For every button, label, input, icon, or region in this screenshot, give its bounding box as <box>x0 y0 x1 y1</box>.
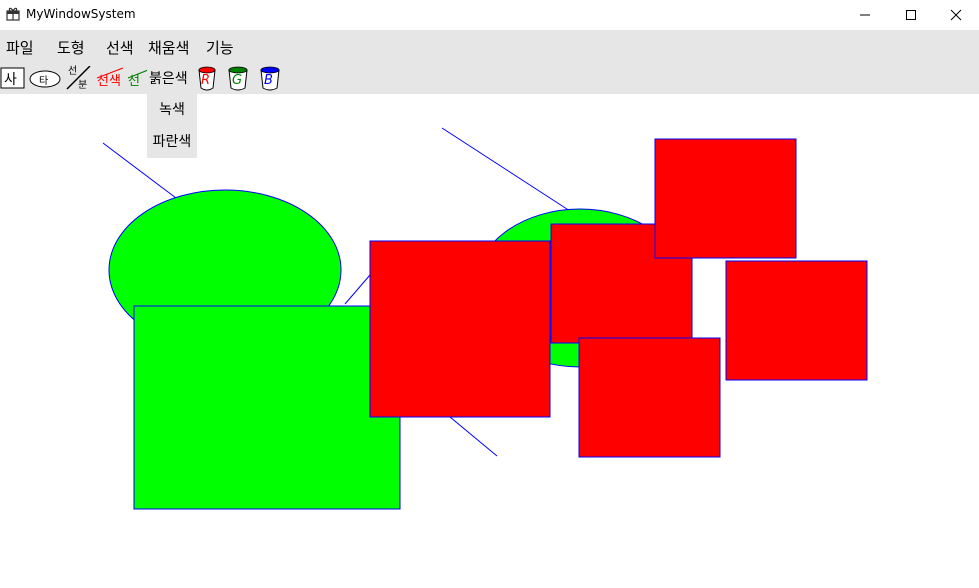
fill-green-label: G <box>232 73 243 88</box>
ellipse-tool-button[interactable]: 타 <box>29 66 63 90</box>
red-rectangle <box>654 138 797 259</box>
maximize-button[interactable] <box>888 0 934 30</box>
close-button[interactable] <box>933 0 979 30</box>
toolbar: 사 타 선 분 선색 선 붉은색 R G B <box>0 61 979 94</box>
app-icon <box>6 7 20 21</box>
minimize-button[interactable] <box>842 0 888 30</box>
line-color-green-button[interactable]: 선 <box>126 66 148 90</box>
red-rectangle <box>725 260 868 381</box>
minimize-icon <box>860 14 870 16</box>
canvas-line <box>449 416 498 457</box>
green-rectangle <box>133 305 401 510</box>
menu-line-color[interactable]: 선색 <box>106 37 134 58</box>
fill-red-label: R <box>201 73 211 88</box>
fill-green-button[interactable]: G <box>226 66 250 91</box>
fill-blue-button[interactable]: B <box>258 66 282 91</box>
line-color-green-label: 선 <box>128 74 140 89</box>
menu-function[interactable]: 기능 <box>206 37 234 58</box>
red-rectangle <box>578 337 721 458</box>
line-tool-label-top: 선 <box>68 66 78 77</box>
title-bar: MyWindowSystem <box>0 0 979 30</box>
line-tool-button[interactable]: 선 분 <box>64 66 92 91</box>
fill-color-dropdown: 녹색 파란색 <box>147 94 197 158</box>
fill-color-red-item[interactable]: 붉은색 <box>147 63 197 91</box>
menu-fill-color[interactable]: 채움색 <box>148 37 189 58</box>
line-color-red-label: 선색 <box>97 74 121 89</box>
menu-file[interactable]: 파일 <box>6 37 34 58</box>
rectangle-tool-label: 사 <box>4 72 17 88</box>
fill-color-red-label: 붉은색 <box>149 71 188 87</box>
line-tool-label-bottom: 분 <box>78 80 88 91</box>
drawing-canvas[interactable] <box>0 94 979 588</box>
ellipse-tool-label: 타 <box>39 76 49 87</box>
menu-shape[interactable]: 도형 <box>57 37 85 58</box>
red-rectangle <box>369 240 551 418</box>
line-color-red-button[interactable]: 선색 <box>95 66 126 90</box>
canvas-line <box>441 127 571 212</box>
fill-color-blue-item[interactable]: 파란색 <box>147 126 197 158</box>
window-title: MyWindowSystem <box>26 7 136 21</box>
menu-bar: 파일 도형 선색 채움색 기능 <box>0 30 979 61</box>
fill-color-green-item[interactable]: 녹색 <box>147 94 197 126</box>
canvas-line <box>344 274 371 305</box>
rectangle-tool-button[interactable]: 사 <box>0 66 26 90</box>
maximize-icon <box>906 10 916 20</box>
fill-red-button[interactable]: R <box>196 66 218 91</box>
fill-blue-label: B <box>264 73 273 88</box>
close-icon <box>950 9 962 21</box>
